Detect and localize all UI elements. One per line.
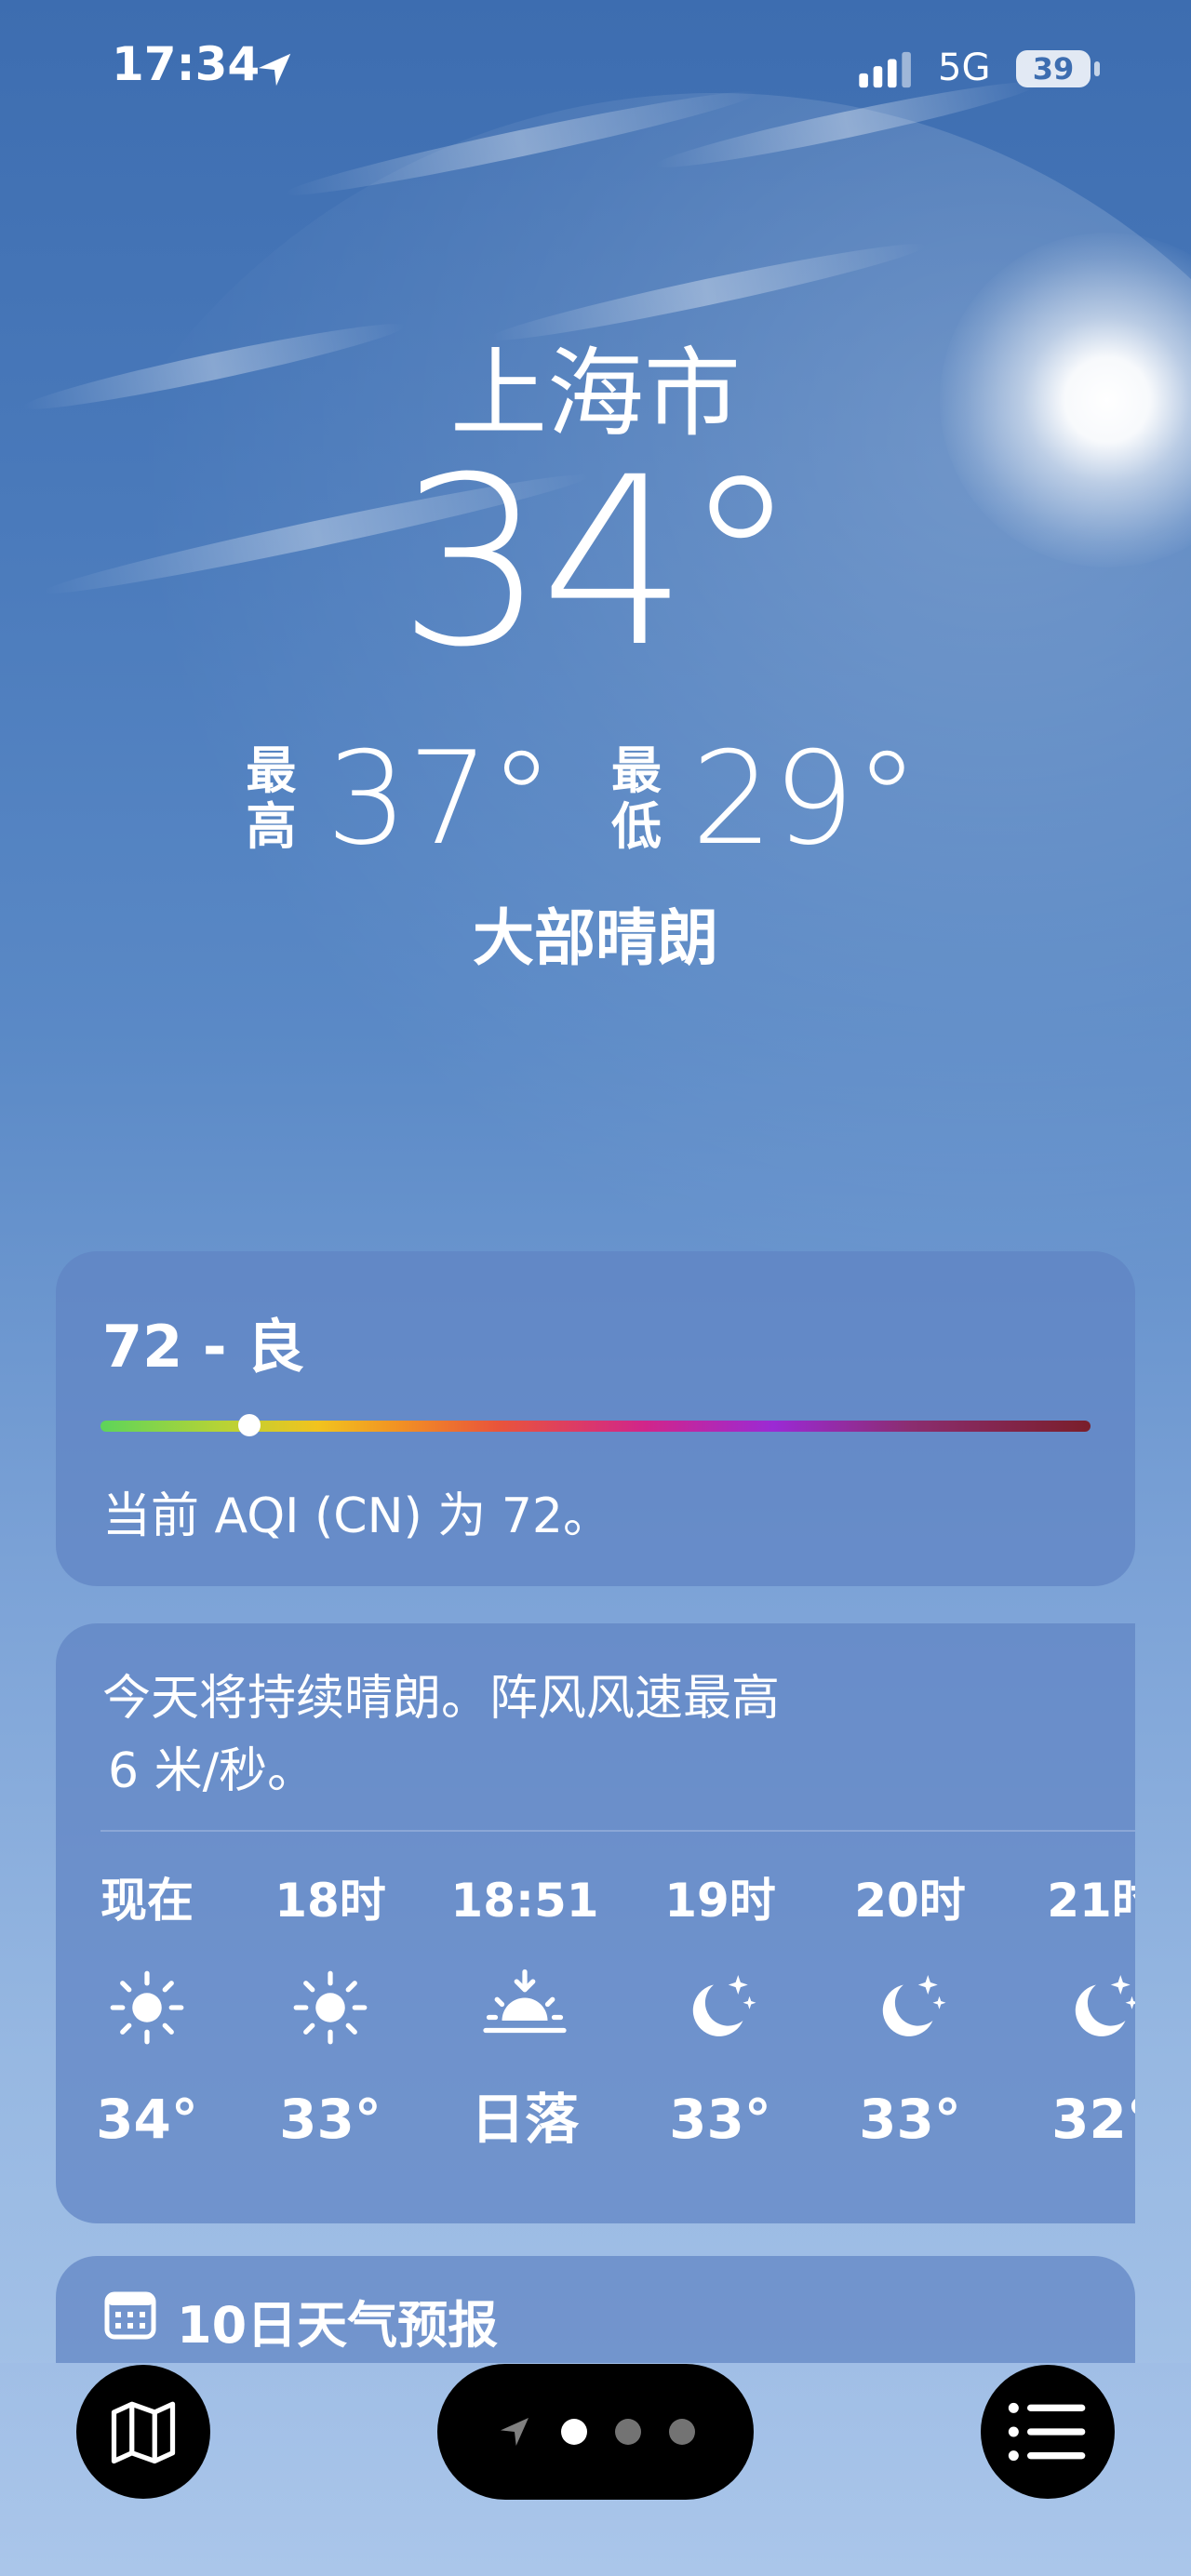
hourly-list[interactable]: 现在 34° 18时 33° 18:51 日落 19时 33° 20时 33° … <box>56 1863 1135 2217</box>
ten-day-forecast-card[interactable]: 10日天气预报 <box>56 2256 1135 2363</box>
hour-item: 18时 33° <box>237 1863 423 2161</box>
status-time: 17:34 <box>112 37 261 91</box>
divider <box>100 1830 1135 1832</box>
page-dot[interactable] <box>561 2419 587 2445</box>
location-arrow-icon <box>501 2418 529 2446</box>
current-temperature: 34° <box>397 427 798 698</box>
page-dot[interactable] <box>669 2419 695 2445</box>
signal-icon <box>859 51 911 88</box>
battery-tip <box>1094 61 1100 76</box>
hour-temp: 33° <box>279 2088 381 2151</box>
hourly-summary: 今天将持续晴朗。阵风风速最高 6 米/秒。 <box>102 1662 1033 1808</box>
hour-time: 20时 <box>854 1874 966 1928</box>
sunset-icon <box>432 1938 618 2077</box>
hour-temp: 日落 <box>470 2088 579 2151</box>
status-bar: 17:34 5G 39 <box>0 0 1191 140</box>
hourly-forecast-card[interactable]: 今天将持续晴朗。阵风风速最高 6 米/秒。 现在 34° 18时 33° 18:… <box>56 1623 1135 2223</box>
high-label: 最高 <box>246 741 297 856</box>
hour-time: 18:51 <box>450 1874 599 1928</box>
hour-item: 20时 33° <box>817 1863 1003 2161</box>
city-list-button[interactable] <box>981 2365 1115 2499</box>
moon-stars-icon <box>1010 1938 1135 2077</box>
high-low: 最高 37° 最低 29° <box>0 735 1191 863</box>
network-type: 5G <box>938 47 991 89</box>
sun-icon <box>56 1938 240 2077</box>
hour-temp: 32° <box>1051 2088 1135 2151</box>
aqi-title: 72 - 良 <box>102 1313 305 1381</box>
forecast-title: 10日天气预报 <box>177 2296 499 2355</box>
hour-temp: 33° <box>859 2088 961 2151</box>
page-indicator[interactable] <box>437 2364 754 2500</box>
high-temp: 37° <box>326 724 554 874</box>
hour-item: 19时 33° <box>627 1863 813 2161</box>
condition-text: 大部晴朗 <box>473 902 718 974</box>
hour-time: 19时 <box>664 1874 776 1928</box>
air-quality-card[interactable]: 72 - 良 当前 AQI (CN) 为 72。 <box>56 1251 1135 1586</box>
aqi-indicator <box>238 1414 261 1436</box>
page-dot[interactable] <box>615 2419 641 2445</box>
hour-item: 18:51 日落 <box>432 1863 618 2161</box>
hour-time: 18时 <box>274 1874 386 1928</box>
map-icon <box>111 2401 176 2464</box>
list-icon <box>1008 2402 1086 2462</box>
aqi-description: 当前 AQI (CN) 为 72。 <box>102 1488 611 1544</box>
calendar-icon <box>104 2291 156 2340</box>
hour-item: 现在 34° <box>56 1863 240 2161</box>
low-label: 最低 <box>611 741 662 856</box>
sun-icon <box>237 1938 423 2077</box>
moon-stars-icon <box>817 1938 1003 2077</box>
hour-temp: 34° <box>96 2088 198 2151</box>
moon-stars-icon <box>627 1938 813 2077</box>
hour-time: 现在 <box>100 1874 194 1928</box>
hour-temp: 33° <box>669 2088 771 2151</box>
low-temp: 29° <box>691 724 919 874</box>
hour-time: 21时 <box>1047 1874 1135 1928</box>
location-arrow-icon <box>258 53 291 87</box>
hourly-summary-line: 6 米/秒。 <box>108 1743 316 1799</box>
hourly-summary-line: 今天将持续晴朗。阵风风速最高 <box>102 1671 781 1727</box>
battery-indicator: 39 <box>1016 50 1091 87</box>
map-button[interactable] <box>76 2365 210 2499</box>
hour-item: 21时 32° <box>1010 1863 1135 2161</box>
